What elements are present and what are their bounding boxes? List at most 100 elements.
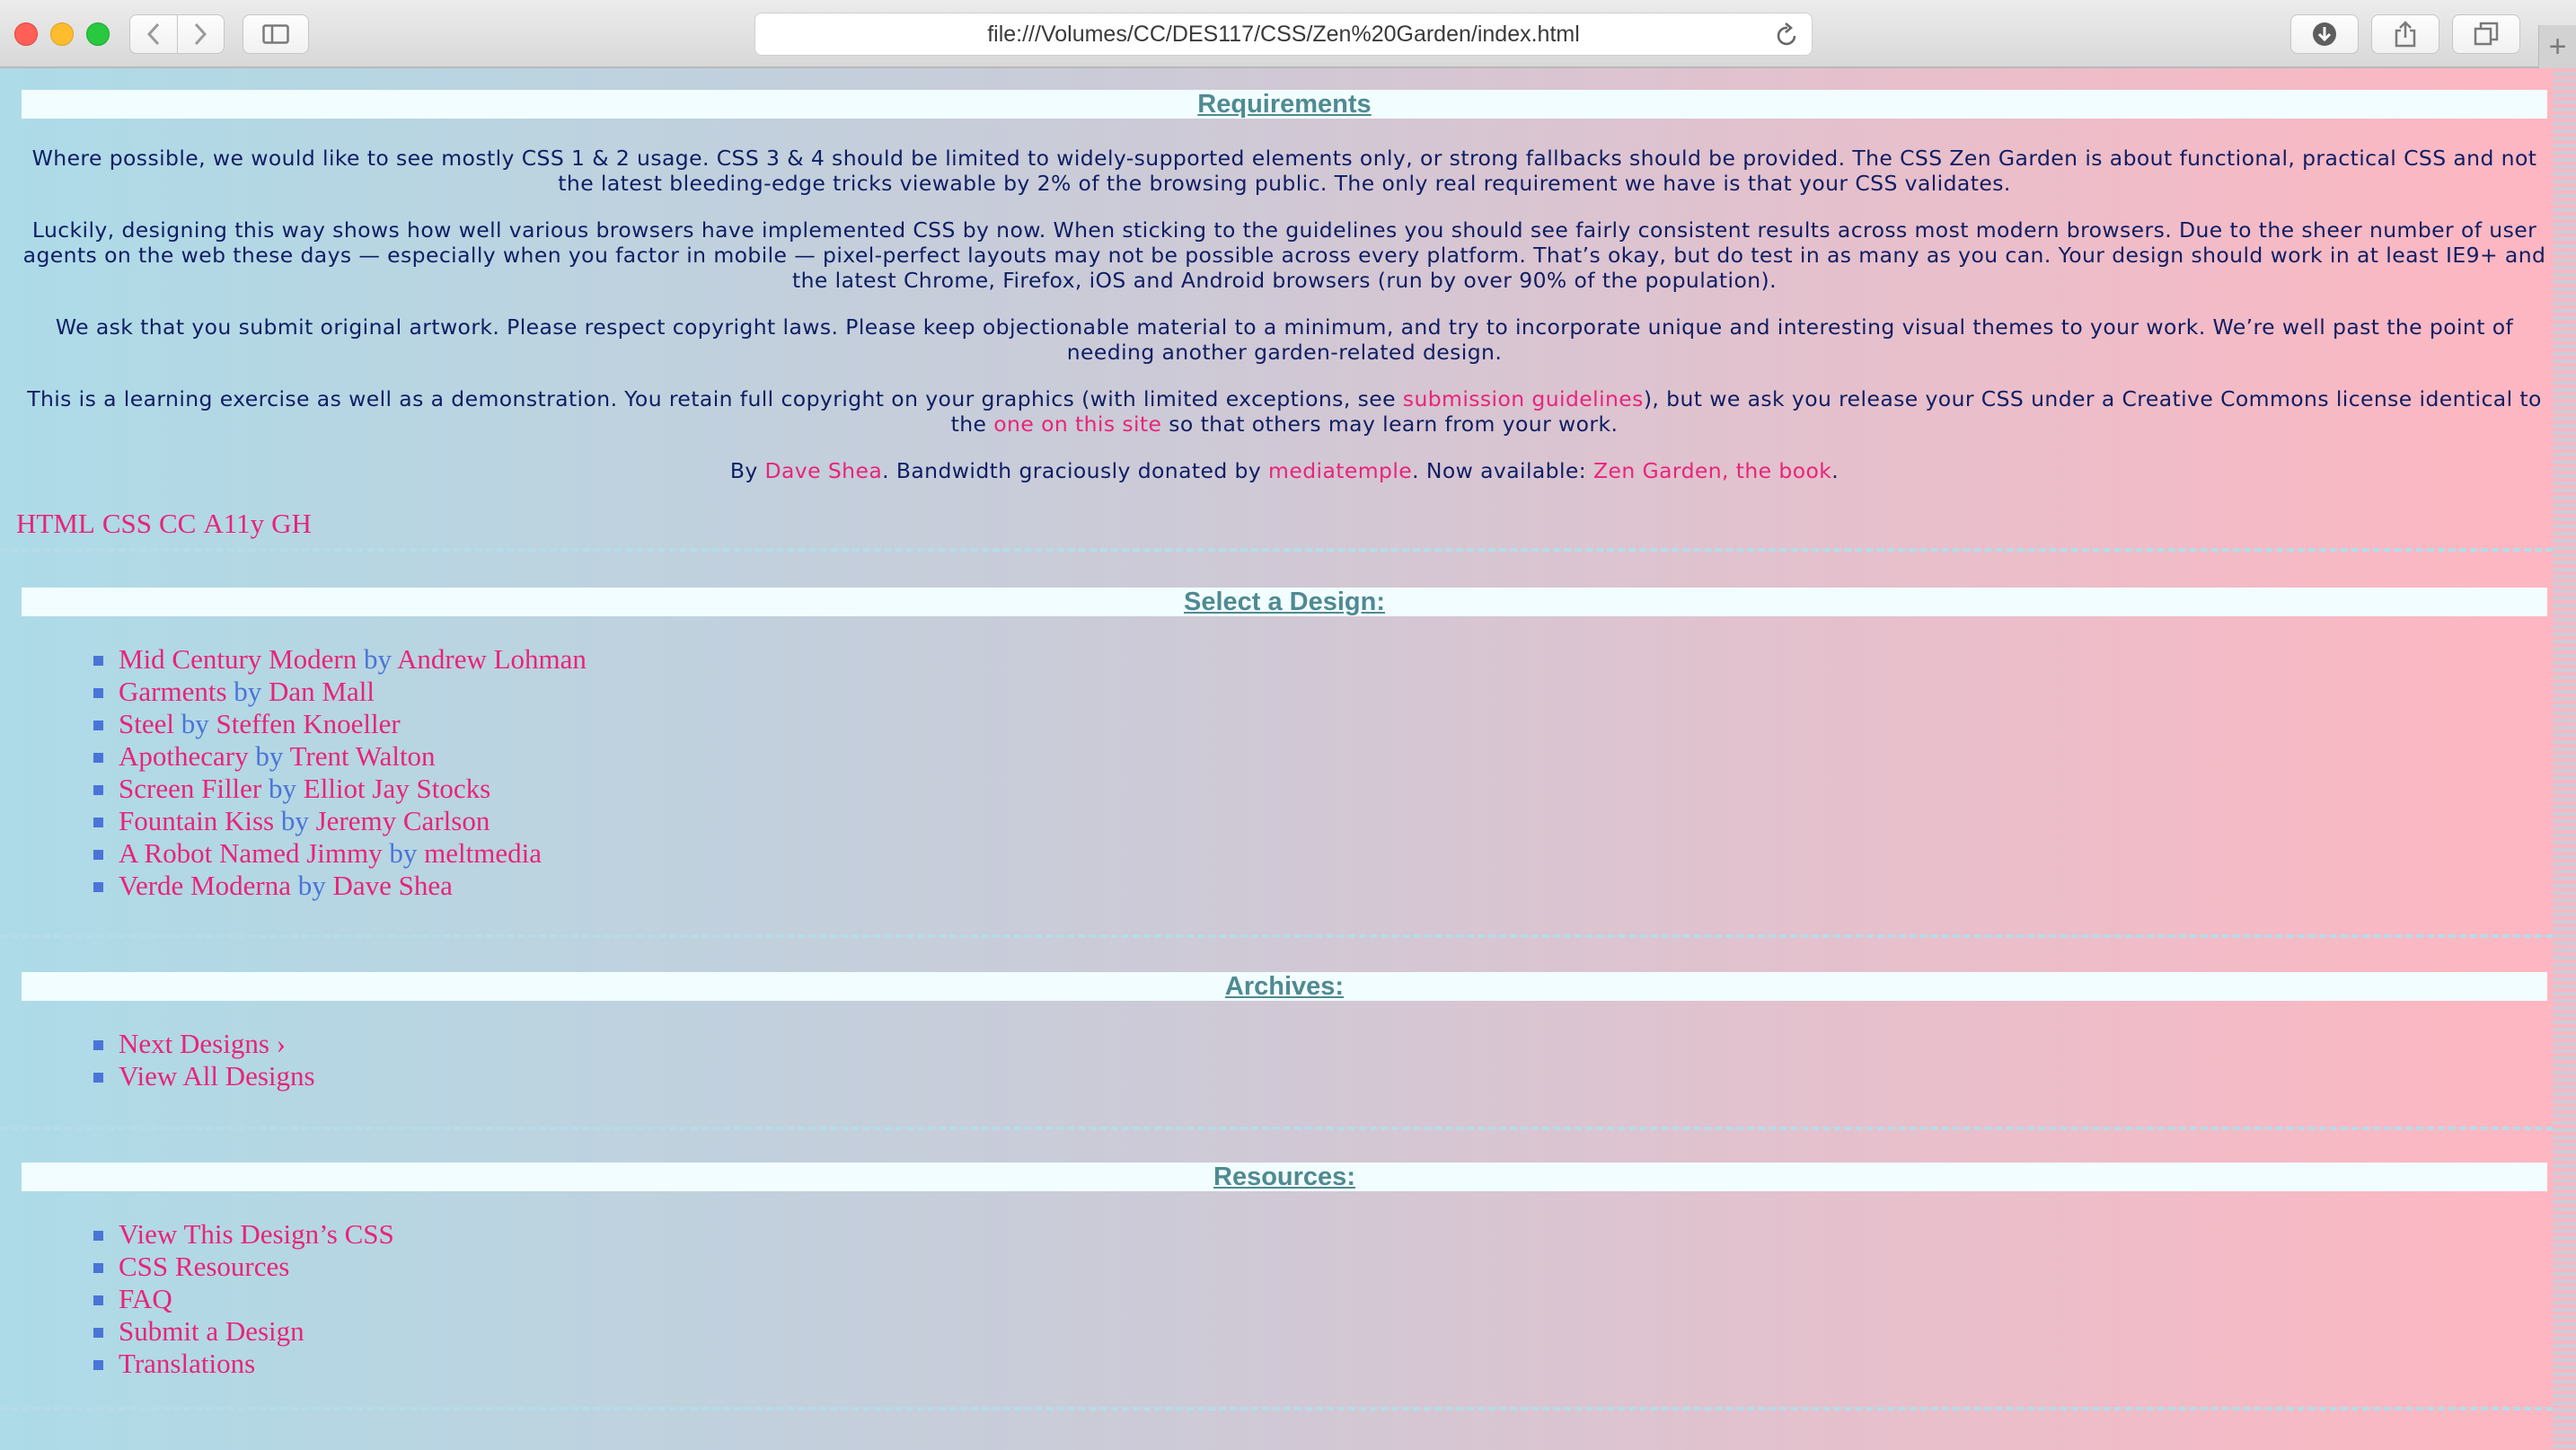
- designer-link[interactable]: Dave Shea: [332, 870, 452, 901]
- by-label: by: [234, 676, 262, 707]
- design-link[interactable]: A Robot Named Jimmy: [119, 837, 383, 869]
- page-viewport: Requirements Where possible, we would li…: [0, 68, 2576, 1450]
- designer-link[interactable]: meltmedia: [424, 837, 542, 869]
- section-divider: [0, 548, 2553, 552]
- designer-link[interactable]: Steffen Knoeller: [216, 708, 401, 739]
- chevron-right-icon: [195, 22, 207, 46]
- by-label: by: [389, 837, 418, 869]
- window-minimize-button[interactable]: [50, 22, 74, 46]
- design-link[interactable]: Mid Century Modern: [119, 643, 357, 675]
- design-link[interactable]: Verde Moderna: [119, 870, 291, 901]
- by-label: by: [297, 870, 326, 901]
- view-all-designs-link[interactable]: View All Designs: [93, 1060, 315, 1092]
- validator-link-css[interactable]: CSS: [102, 508, 152, 540]
- section-divider: [0, 1127, 2553, 1130]
- tab-overview-button[interactable]: [2452, 14, 2520, 54]
- designer-link[interactable]: Trent Walton: [290, 740, 436, 772]
- by-label: by: [255, 740, 284, 772]
- tabs-icon: [2474, 22, 2499, 46]
- design-list: Mid Century Modern by Andrew Lohman Garme…: [93, 643, 587, 902]
- author-link[interactable]: Dave Shea: [765, 458, 883, 483]
- address-bar[interactable]: file:///Volumes/CC/DES117/CSS/Zen%20Gard…: [754, 13, 1813, 56]
- requirements-heading: Requirements: [1197, 89, 1372, 119]
- submit-design-link[interactable]: Submit a Design: [93, 1315, 394, 1348]
- design-list-item: Verde Moderna by Dave Shea: [93, 870, 587, 902]
- credits-line: By Dave Shea. Bandwidth graciously donat…: [18, 458, 2551, 483]
- view-css-link[interactable]: View This Design’s CSS: [93, 1218, 394, 1251]
- sidebar-toggle-button[interactable]: [243, 14, 309, 54]
- designer-link[interactable]: Jeremy Carlson: [316, 805, 490, 836]
- validator-link-html[interactable]: HTML: [16, 508, 95, 540]
- by-label: by: [269, 773, 297, 804]
- nav-buttons: [129, 14, 225, 54]
- requirements-paragraph-2: Luckily, designing this way shows how we…: [22, 217, 2546, 293]
- resources-heading-band: Resources:: [22, 1163, 2547, 1191]
- window-close-button[interactable]: [14, 22, 38, 46]
- url-text: file:///Volumes/CC/DES117/CSS/Zen%20Gard…: [987, 21, 1580, 47]
- forward-button[interactable]: [176, 15, 225, 53]
- window-zoom-button[interactable]: [86, 22, 110, 46]
- downloads-button[interactable]: [2290, 14, 2359, 54]
- by-label: by: [280, 805, 309, 836]
- back-button[interactable]: [130, 15, 177, 53]
- scrollbar[interactable]: [2553, 68, 2576, 1450]
- design-list-item: Mid Century Modern by Andrew Lohman: [93, 643, 587, 676]
- validator-link-a11y[interactable]: A11y: [203, 508, 264, 540]
- submission-guidelines-link[interactable]: submission guidelines: [1403, 386, 1644, 411]
- resources-list: View This Design’s CSS CSS Resources FAQ…: [93, 1218, 394, 1380]
- requirements-paragraph-4: This is a learning exercise as well as a…: [18, 386, 2551, 437]
- requirements-paragraph-1: Where possible, we would like to see mos…: [31, 146, 2537, 196]
- host-link[interactable]: mediatemple: [1268, 458, 1412, 483]
- archives-heading-band: Archives:: [22, 972, 2547, 1001]
- designer-link[interactable]: Andrew Lohman: [397, 643, 587, 675]
- select-design-heading: Select a Design:: [1183, 587, 1386, 616]
- design-list-item: A Robot Named Jimmy by meltmedia: [93, 837, 587, 870]
- credits-now: . Now available:: [1412, 458, 1593, 483]
- design-link[interactable]: Garments: [119, 676, 227, 707]
- share-icon: [2395, 21, 2416, 48]
- reload-icon[interactable]: [1776, 22, 1799, 48]
- resources-heading: Resources:: [1213, 1162, 1355, 1191]
- archives-list: Next Designs › View All Designs: [93, 1028, 315, 1092]
- design-link[interactable]: Fountain Kiss: [119, 805, 274, 836]
- sidebar-icon: [262, 24, 289, 44]
- design-list-item: Apothecary by Trent Walton: [93, 740, 587, 773]
- p4-text-c: so that others may learn from your work.: [1161, 411, 1619, 437]
- design-link[interactable]: Screen Filler: [119, 773, 261, 804]
- license-link[interactable]: one on this site: [993, 411, 1161, 437]
- validator-links: HTML CSS CC A11y GH: [16, 508, 319, 540]
- credits-bandwidth: . Bandwidth graciously donated by: [882, 458, 1269, 483]
- design-link[interactable]: Steel: [119, 708, 174, 739]
- next-designs-link[interactable]: Next Designs ›: [93, 1028, 315, 1060]
- translations-link[interactable]: Translations: [93, 1348, 394, 1380]
- plus-icon: +: [2548, 29, 2567, 64]
- new-tab-button[interactable]: +: [2538, 25, 2576, 68]
- faq-link[interactable]: FAQ: [93, 1283, 394, 1315]
- design-list-item: Steel by Steffen Knoeller: [93, 708, 587, 740]
- requirements-heading-band: Requirements: [22, 90, 2547, 119]
- archives-heading: Archives:: [1224, 971, 1345, 1001]
- share-button[interactable]: [2371, 14, 2439, 54]
- designer-link[interactable]: Elliot Jay Stocks: [304, 773, 490, 804]
- css-resources-link[interactable]: CSS Resources: [93, 1251, 394, 1283]
- validator-link-gh[interactable]: GH: [271, 508, 312, 540]
- designer-link[interactable]: Dan Mall: [269, 676, 375, 707]
- credits-by: By: [729, 458, 765, 483]
- by-label: by: [363, 643, 392, 675]
- requirements-paragraph-3: We ask that you submit original artwork.…: [55, 314, 2514, 365]
- credits-end: .: [1831, 458, 1839, 483]
- by-label: by: [181, 708, 209, 739]
- chevron-left-icon: [146, 22, 159, 46]
- section-divider: [0, 1407, 2553, 1410]
- validator-link-cc[interactable]: CC: [159, 508, 196, 540]
- design-list-item: Garments by Dan Mall: [93, 676, 587, 708]
- design-list-item: Fountain Kiss by Jeremy Carlson: [93, 805, 587, 837]
- download-icon: [2313, 22, 2336, 46]
- select-design-heading-band: Select a Design:: [22, 588, 2547, 616]
- section-divider: [0, 934, 2553, 938]
- book-link[interactable]: Zen Garden, the book: [1593, 458, 1831, 483]
- p4-text-a: This is a learning exercise as well as a…: [27, 386, 1403, 411]
- design-link[interactable]: Apothecary: [119, 740, 249, 772]
- browser-toolbar: file:///Volumes/CC/DES117/CSS/Zen%20Gard…: [0, 0, 2576, 68]
- design-list-item: Screen Filler by Elliot Jay Stocks: [93, 773, 587, 805]
